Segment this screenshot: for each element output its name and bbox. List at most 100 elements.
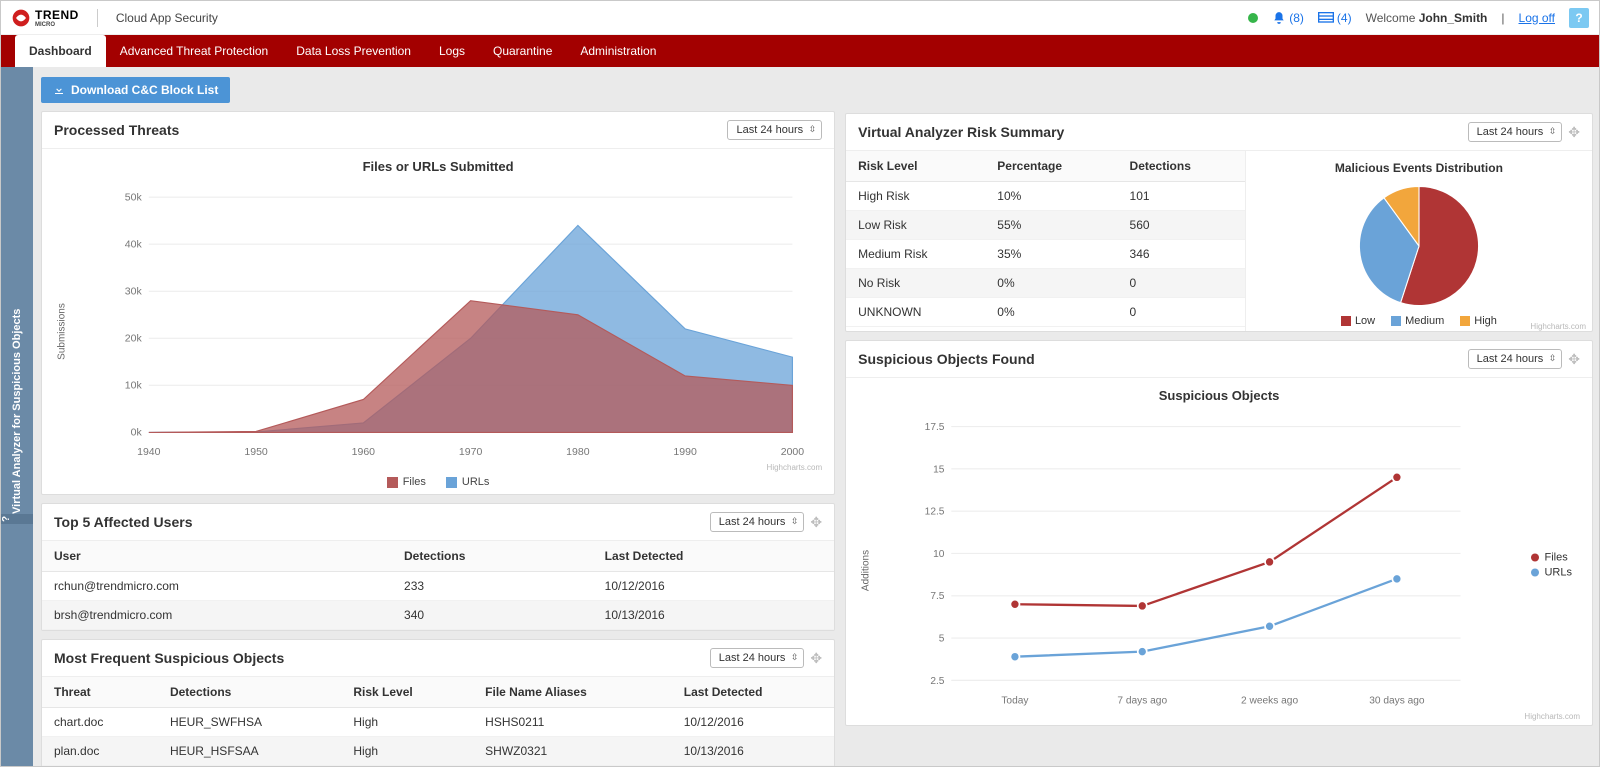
legend-medium[interactable]: Medium [1391, 315, 1444, 327]
link-cell[interactable]: 10/12/2016 [593, 572, 834, 601]
link-cell[interactable]: 101 [1118, 182, 1245, 211]
link-cell[interactable]: 10/13/2016 [593, 601, 834, 630]
pie-chart: Malicious Events Distribution Low Medium… [1246, 151, 1592, 331]
brand-text: TREND [35, 8, 79, 22]
time-range-select[interactable]: Last 24 hours [710, 648, 805, 668]
table-row: Medium Risk35%346 [846, 240, 1245, 269]
link-cell[interactable]: 0 [1118, 269, 1245, 298]
download-cc-block-list-button[interactable]: Download C&C Block List [41, 77, 230, 103]
brand-sub: MICRO [35, 22, 79, 28]
add-widget-icon[interactable]: ✥ [1568, 124, 1580, 141]
top-bar: TREND MICRO Cloud App Security (8) (4) W… [1, 1, 1599, 35]
col-header: Threat [42, 677, 158, 708]
svg-text:17.5: 17.5 [925, 422, 945, 433]
help-button[interactable]: ? [1569, 8, 1589, 28]
svg-text:7.5: 7.5 [930, 591, 944, 602]
svg-text:5: 5 [939, 633, 945, 644]
line-chart: Additions 2.557.51012.51517.5Today7 days… [846, 405, 1592, 725]
tab-logs[interactable]: Logs [425, 35, 479, 67]
add-widget-icon[interactable]: ✥ [1568, 351, 1580, 368]
side-tab-help-icon[interactable]: ? [1, 514, 33, 524]
cell: No Risk [846, 269, 985, 298]
table-row: plan.docHEUR_HSFSAAHighSHWZ032110/13/201… [42, 737, 834, 766]
time-range-select[interactable]: Last 24 hours [710, 512, 805, 532]
svg-text:10: 10 [933, 549, 945, 560]
cell: 0% [985, 269, 1117, 298]
chart-credit: Highcharts.com [1530, 322, 1586, 331]
cell: 10% [985, 182, 1117, 211]
legend-files[interactable]: Files [1531, 552, 1572, 564]
cell: plan.doc [42, 737, 158, 766]
username: John_Smith [1419, 11, 1488, 25]
pie-legend: Low Medium High [1341, 315, 1497, 327]
svg-text:12.5: 12.5 [925, 507, 945, 518]
side-tab-virtual-analyzer[interactable]: ? Virtual Analyzer for Suspicious Object… [1, 67, 33, 766]
link-cell[interactable]: 346 [1118, 240, 1245, 269]
legend-files[interactable]: Files [387, 476, 426, 488]
tab-administration[interactable]: Administration [566, 35, 670, 67]
col-header: Risk Level [846, 151, 985, 182]
svg-text:20k: 20k [125, 334, 143, 345]
col-header: Detections [158, 677, 341, 708]
panel-virtual-analyzer-risk-summary: Virtual Analyzer Risk Summary Last 24 ho… [845, 113, 1593, 332]
legend-urls[interactable]: URLs [1531, 567, 1572, 579]
table-row: chart.docHEUR_SWFHSAHighHSHS021110/12/20… [42, 708, 834, 737]
legend-high[interactable]: High [1460, 315, 1497, 327]
time-range-select[interactable]: Last 24 hours [1468, 349, 1563, 369]
svg-text:1950: 1950 [244, 447, 268, 458]
y-axis-label: Additions [861, 550, 872, 591]
col-header: Last Detected [672, 677, 834, 708]
notifications-button[interactable]: (8) [1272, 11, 1304, 25]
cell: 35% [985, 240, 1117, 269]
col-header: Last Detected [593, 541, 834, 572]
y-axis-label: Submissions [57, 303, 68, 360]
panel-title: Most Frequent Suspicious Objects [54, 650, 284, 666]
link-cell[interactable]: 340 [392, 601, 593, 630]
legend-urls[interactable]: URLs [446, 476, 490, 488]
freq-table: ThreatDetectionsRisk LevelFile Name Alia… [42, 677, 834, 766]
notifications-count: (8) [1289, 11, 1304, 25]
svg-text:50k: 50k [125, 193, 143, 204]
tab-advanced-threat-protection[interactable]: Advanced Threat Protection [106, 35, 283, 67]
logoff-link[interactable]: Log off [1519, 11, 1555, 25]
chart-credit: Highcharts.com [767, 463, 823, 472]
link-cell[interactable]: brsh@trendmicro.com [42, 601, 392, 630]
bell-icon [1272, 11, 1286, 25]
svg-text:15: 15 [933, 464, 945, 475]
messages-button[interactable]: (4) [1318, 11, 1352, 25]
svg-text:2.5: 2.5 [930, 676, 944, 687]
col-header: Detections [392, 541, 593, 572]
link-cell[interactable]: 560 [1118, 211, 1245, 240]
time-range-select[interactable]: Last 24 hours [727, 120, 822, 140]
download-icon [53, 84, 65, 96]
cell: High Risk [846, 182, 985, 211]
add-widget-icon[interactable]: ✥ [810, 514, 822, 531]
tab-quarantine[interactable]: Quarantine [479, 35, 566, 67]
mail-icon [1318, 12, 1334, 24]
panel-title: Processed Threats [54, 122, 179, 138]
table-row: rchun@trendmicro.com23310/12/2016 [42, 572, 834, 601]
legend-low[interactable]: Low [1341, 315, 1375, 327]
panel-top-5-affected-users: Top 5 Affected Users Last 24 hours ✥ Use… [41, 503, 835, 631]
link-cell[interactable]: 233 [392, 572, 593, 601]
trend-logo-icon [11, 8, 31, 28]
tab-dashboard[interactable]: Dashboard [15, 35, 106, 67]
dashboard-board: Download C&C Block List Processed Threat… [33, 67, 1599, 766]
time-range-select[interactable]: Last 24 hours [1468, 122, 1563, 142]
tab-data-loss-prevention[interactable]: Data Loss Prevention [282, 35, 425, 67]
svg-text:30 days ago: 30 days ago [1369, 695, 1425, 706]
cell: Low Risk [846, 211, 985, 240]
cell: High [341, 708, 473, 737]
svg-text:7 days ago: 7 days ago [1118, 695, 1168, 706]
panel-suspicious-objects-found: Suspicious Objects Found Last 24 hours ✥… [845, 340, 1593, 726]
add-widget-icon[interactable]: ✥ [810, 650, 822, 667]
table-row: brsh@trendmicro.com34010/13/2016 [42, 601, 834, 630]
link-cell[interactable]: 0 [1118, 298, 1245, 327]
col-header: Percentage [985, 151, 1117, 182]
table-row: UNKNOWN0%0 [846, 298, 1245, 327]
svg-text:1990: 1990 [673, 447, 697, 458]
risk-table: Risk LevelPercentageDetections High Risk… [846, 151, 1245, 327]
chart-title: Files or URLs Submitted [42, 159, 834, 174]
pie-title: Malicious Events Distribution [1335, 161, 1503, 175]
link-cell[interactable]: rchun@trendmicro.com [42, 572, 392, 601]
